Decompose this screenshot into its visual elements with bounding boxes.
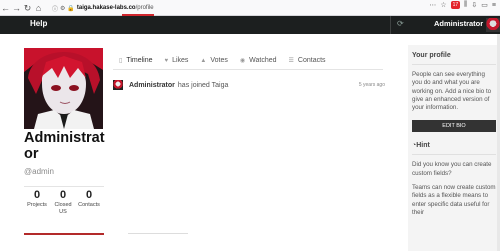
tab-label: Votes bbox=[210, 57, 228, 64]
edit-bio-button[interactable]: EDIT BIO bbox=[412, 120, 496, 133]
tab-contacts[interactable]: ☰ Contacts bbox=[283, 53, 332, 69]
stat-value: 0 bbox=[59, 189, 67, 201]
timeline-text: has joined Taiga bbox=[177, 81, 229, 89]
tab-likes[interactable]: ♥ Likes bbox=[159, 53, 195, 69]
forward-arrow-icon[interactable]: → bbox=[11, 1, 22, 15]
timeline-time: 5 years ago bbox=[358, 82, 385, 88]
your-profile-heading: Your profile bbox=[412, 52, 496, 65]
stat-label: Closed US bbox=[54, 202, 72, 215]
tab-label: Timeline bbox=[126, 57, 153, 64]
stat-closed-us: 0 Closed US bbox=[50, 189, 76, 216]
help-link[interactable]: Help bbox=[30, 19, 47, 28]
votes-icon: ▲ bbox=[200, 57, 207, 64]
profile-divider bbox=[24, 233, 104, 235]
tab-label: Likes bbox=[172, 57, 189, 64]
reload-icon[interactable]: ↻ bbox=[22, 1, 33, 15]
content-divider bbox=[128, 233, 188, 234]
tab-label: Contacts bbox=[297, 57, 326, 64]
browser-toolbar: ← → ↻ ⌂ ⓘ ⚙ 🔒 taiga.hakase-labs.co/profi… bbox=[0, 0, 500, 16]
header-avatar[interactable] bbox=[486, 18, 500, 32]
stat-projects: 0 Projects bbox=[24, 189, 50, 216]
header-divider bbox=[390, 16, 391, 34]
hint-heading: ◔Hint bbox=[412, 142, 496, 156]
library-icon[interactable]: ⫼ bbox=[464, 1, 467, 9]
tab-votes[interactable]: ▲ Votes bbox=[194, 53, 233, 69]
user-menu-name[interactable]: Administrator bbox=[434, 19, 483, 28]
stat-value: 0 bbox=[33, 189, 41, 201]
profile-name: Administrat or bbox=[24, 130, 124, 162]
address-bar[interactable]: ⓘ ⚙ 🔒 taiga.hakase-labs.co/profile bbox=[52, 2, 352, 14]
stat-contacts: 0 Contacts bbox=[76, 189, 102, 216]
tab-watched[interactable]: ◉ Watched bbox=[234, 53, 283, 69]
profile-avatar bbox=[24, 48, 103, 129]
profile-stats: 0 Projects 0 Closed US 0 Contacts bbox=[24, 186, 104, 216]
page-actions-icon[interactable]: ⋯ bbox=[429, 1, 436, 9]
stat-label: Contacts bbox=[78, 202, 100, 208]
url-host: taiga.hakase-labs.co bbox=[76, 5, 136, 11]
menu-icon[interactable]: ≡ bbox=[492, 2, 496, 9]
tab-timeline[interactable]: ▯ Timeline bbox=[113, 53, 159, 69]
download-icon[interactable]: ⇩ bbox=[471, 1, 477, 9]
profile-handle: @admin bbox=[24, 167, 54, 176]
info-icon[interactable]: ⓘ bbox=[52, 4, 58, 13]
url-path: /profile bbox=[135, 5, 154, 11]
profile-name-line1: Administrat bbox=[24, 130, 105, 146]
profile-sidebar: Your profile People can see everything y… bbox=[408, 45, 500, 251]
your-profile-text: People can see everything you do and wha… bbox=[412, 71, 492, 112]
app-header: Help ⟳ Administrator bbox=[0, 16, 500, 34]
extension-badge[interactable]: 17 bbox=[450, 1, 461, 9]
avatar[interactable] bbox=[113, 80, 123, 90]
back-arrow-icon[interactable]: ← bbox=[0, 1, 11, 15]
stat-value: 0 bbox=[85, 189, 93, 201]
timeline-entry: Administrator has joined Taiga 5 years a… bbox=[113, 78, 385, 92]
contacts-icon: ☰ bbox=[288, 58, 294, 64]
browser-actions: ⋯ ☆ 17 ⫼ ⇩ ▭ ≡ bbox=[429, 1, 496, 9]
lock-icon[interactable]: 🔒 bbox=[67, 5, 74, 12]
bookmark-star-icon[interactable]: ☆ bbox=[440, 1, 446, 9]
heading-text: Your profile bbox=[412, 52, 451, 59]
tab-label: Watched bbox=[249, 57, 277, 64]
tracking-icon[interactable]: ⚙ bbox=[60, 5, 65, 12]
timeline-user-link[interactable]: Administrator bbox=[129, 82, 175, 89]
profile-name-line2: or bbox=[24, 146, 39, 162]
hint-text-1: Did you know you can create custom field… bbox=[412, 161, 492, 177]
heart-icon: ♥ bbox=[164, 57, 169, 64]
sidebar-icon[interactable]: ▭ bbox=[481, 1, 488, 9]
eye-icon: ◉ bbox=[239, 58, 246, 64]
hint-text-2: Teams can now create custom fields as a … bbox=[412, 184, 496, 216]
heading-text: Hint bbox=[416, 142, 430, 150]
stat-label: Projects bbox=[27, 202, 47, 208]
timeline-icon: ▯ bbox=[119, 58, 123, 64]
profile-tabs: ▯ Timeline ♥ Likes ▲ Votes ◉ Watched ☰ C… bbox=[113, 52, 383, 70]
sync-icon[interactable]: ⟳ bbox=[397, 19, 404, 28]
home-icon[interactable]: ⌂ bbox=[33, 1, 44, 15]
